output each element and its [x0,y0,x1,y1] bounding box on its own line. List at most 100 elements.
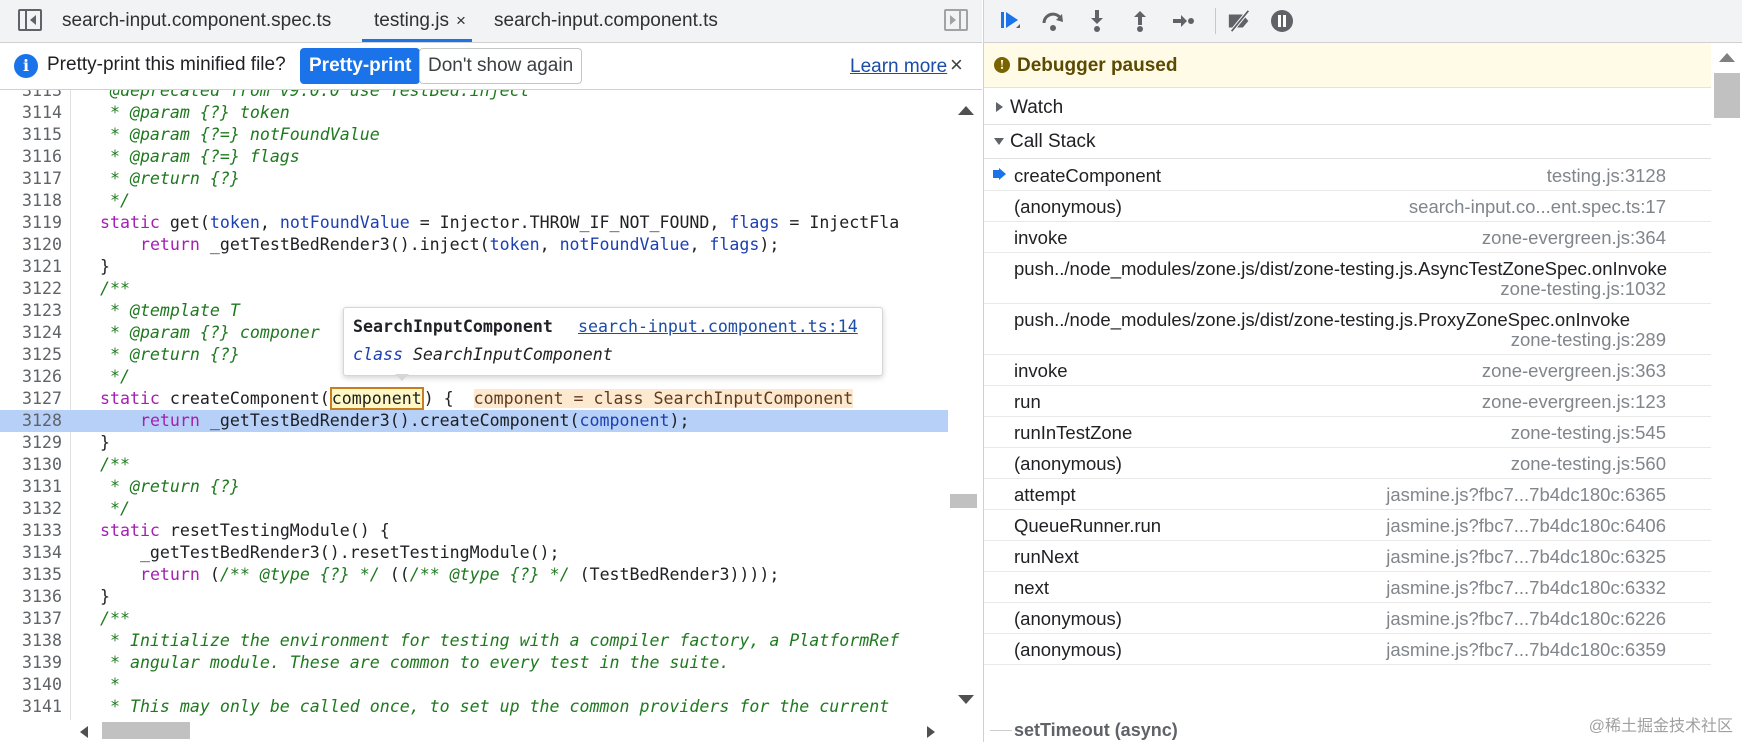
hovered-token[interactable]: component [329,387,424,410]
editor-vertical-scrollbar[interactable] [948,90,982,720]
line-number[interactable]: 3134 [0,542,62,564]
tab-search-input-component-spec[interactable]: search-input.component.spec.ts [62,0,331,42]
line-number[interactable]: 3115 [0,124,62,146]
call-frame[interactable]: runInTestZone zone-testing.js:545 [984,416,1711,448]
call-stack-section-header[interactable]: Call Stack [984,125,1711,159]
pause-on-exceptions-icon[interactable] [1269,8,1295,34]
call-frame[interactable]: (anonymous) jasmine.js?fbc7...7b4dc180c:6… [984,633,1711,665]
current-execution-line[interactable]: 3128 return _getTestBedRender3().createC… [0,410,948,432]
line-number[interactable]: 3131 [0,476,62,498]
call-frame[interactable]: (anonymous) zone-testing.js:560 [984,447,1711,479]
pretty-print-button[interactable]: Pretty-print [300,48,421,84]
code-line[interactable]: 3113 @deprecated from v9.0.0 use TestBed… [0,90,948,102]
code-line[interactable]: 3122 /** [0,278,948,300]
frame-location[interactable]: zone-testing.js:545 [1511,422,1666,444]
code-line[interactable]: 3118 */ [0,190,948,212]
code-line[interactable]: 3121 } [0,256,948,278]
frame-location[interactable]: zone-evergreen.js:364 [1482,227,1666,249]
frame-location[interactable]: zone-testing.js:1032 [1500,278,1666,300]
watch-section-header[interactable]: Watch [984,91,1711,125]
frame-location[interactable]: jasmine.js?fbc7...7b4dc180c:6359 [1386,639,1666,661]
call-frame[interactable]: runNext jasmine.js?fbc7...7b4dc180c:6325 [984,540,1711,572]
scroll-down-icon[interactable] [958,695,974,704]
line-number[interactable]: 3129 [0,432,62,454]
line-number[interactable]: 3130 [0,454,62,476]
code-line[interactable]: 3127 static createComponent(component) {… [0,387,948,410]
line-number[interactable]: 3121 [0,256,62,278]
code-line[interactable]: 3114 * @param {?} token [0,102,948,124]
tab-search-input-component[interactable]: search-input.component.ts [494,0,718,42]
line-number[interactable]: 3141 [0,696,62,718]
line-number[interactable]: 3140 [0,674,62,696]
scroll-up-icon[interactable] [958,106,974,115]
code-line[interactable]: 3132 */ [0,498,948,520]
code-line[interactable]: 3136 } [0,586,948,608]
call-frame[interactable]: push../node_modules/zone.js/dist/zone-te… [984,303,1711,355]
scroll-left-icon[interactable] [80,726,88,738]
call-frame[interactable]: run zone-evergreen.js:123 [984,385,1711,417]
call-frame[interactable]: QueueRunner.run jasmine.js?fbc7...7b4dc18… [984,509,1711,541]
frame-location[interactable]: search-input.co...ent.spec.ts:17 [1409,196,1666,218]
line-number[interactable]: 3120 [0,234,62,256]
code-line[interactable]: 3135 return (/** @type {?} */ ((/** @typ… [0,564,948,586]
line-number[interactable]: 3123 [0,300,62,322]
line-number[interactable]: 3142 [0,718,62,720]
close-icon[interactable]: × [950,52,963,78]
toggle-navigator-icon[interactable] [18,9,42,31]
frame-location[interactable]: jasmine.js?fbc7...7b4dc180c:6325 [1386,546,1666,568]
line-number[interactable]: 3125 [0,344,62,366]
toggle-debugger-icon[interactable] [944,9,968,31]
frame-location[interactable]: zone-testing.js:289 [1511,329,1666,351]
sidebar-vertical-scrollbar[interactable] [1711,43,1742,742]
scroll-thumb[interactable] [1714,73,1740,118]
frame-location[interactable]: jasmine.js?fbc7...7b4dc180c:6332 [1386,577,1666,599]
step-over-icon[interactable] [1040,8,1066,34]
code-line[interactable]: 3131 * @return {?} [0,476,948,498]
line-number[interactable]: 3119 [0,212,62,234]
line-number[interactable]: 3126 [0,366,62,388]
step-into-icon[interactable] [1084,8,1110,34]
frame-location[interactable]: jasmine.js?fbc7...7b4dc180c:6406 [1386,515,1666,537]
code-line[interactable]: 3137 /** [0,608,948,630]
code-line[interactable]: 3140 * [0,674,948,696]
line-number[interactable]: 3128 [0,410,62,432]
resume-icon[interactable] [998,8,1024,34]
line-number[interactable]: 3118 [0,190,62,212]
line-number[interactable]: 3132 [0,498,62,520]
scroll-thumb[interactable] [950,494,977,508]
frame-location[interactable]: zone-evergreen.js:123 [1482,391,1666,413]
code-line[interactable]: 3117 * @return {?} [0,168,948,190]
frame-location[interactable]: zone-testing.js:560 [1511,453,1666,475]
line-number[interactable]: 3122 [0,278,62,300]
line-number[interactable]: 3138 [0,630,62,652]
code-editor[interactable]: 3113 @deprecated from v9.0.0 use TestBed… [0,90,948,720]
call-frame[interactable]: (anonymous) search-input.co...ent.spec.ts… [984,190,1711,222]
code-line[interactable]: 3133 static resetTestingModule() { [0,520,948,542]
tab-testing-js[interactable]: testing.js × [362,0,472,42]
line-number[interactable]: 3116 [0,146,62,168]
scroll-up-icon[interactable] [1719,53,1735,62]
call-frame[interactable]: createComponent testing.js:3128 [984,159,1711,191]
step-icon[interactable] [1170,8,1196,34]
line-number[interactable]: 3124 [0,322,62,344]
deactivate-breakpoints-icon[interactable] [1227,8,1253,34]
line-number[interactable]: 3139 [0,652,62,674]
frame-location[interactable]: jasmine.js?fbc7...7b4dc180c:6226 [1386,608,1666,630]
call-frame[interactable]: invoke zone-evergreen.js:364 [984,221,1711,253]
code-line[interactable]: 3129 } [0,432,948,454]
learn-more-link[interactable]: Learn more [850,56,947,78]
line-number[interactable]: 3133 [0,520,62,542]
frame-location[interactable]: zone-evergreen.js:363 [1482,360,1666,382]
line-number[interactable]: 3114 [0,102,62,124]
code-line[interactable]: 3120 return _getTestBedRender3().inject(… [0,234,948,256]
editor-horizontal-scrollbar[interactable] [72,720,948,742]
code-line[interactable]: 3134 _getTestBedRender3().resetTestingMo… [0,542,948,564]
call-frame[interactable]: push../node_modules/zone.js/dist/zone-te… [984,252,1711,304]
call-frame[interactable]: next jasmine.js?fbc7...7b4dc180c:6332 [984,571,1711,603]
line-number[interactable]: 3135 [0,564,62,586]
scroll-right-icon[interactable] [927,726,935,738]
close-icon[interactable]: × [456,11,466,30]
code-line[interactable]: 3141 * This may only be called once, to … [0,696,948,718]
code-line[interactable]: 3115 * @param {?=} notFoundValue [0,124,948,146]
code-line[interactable]: 3138 * Initialize the environment for te… [0,630,948,652]
